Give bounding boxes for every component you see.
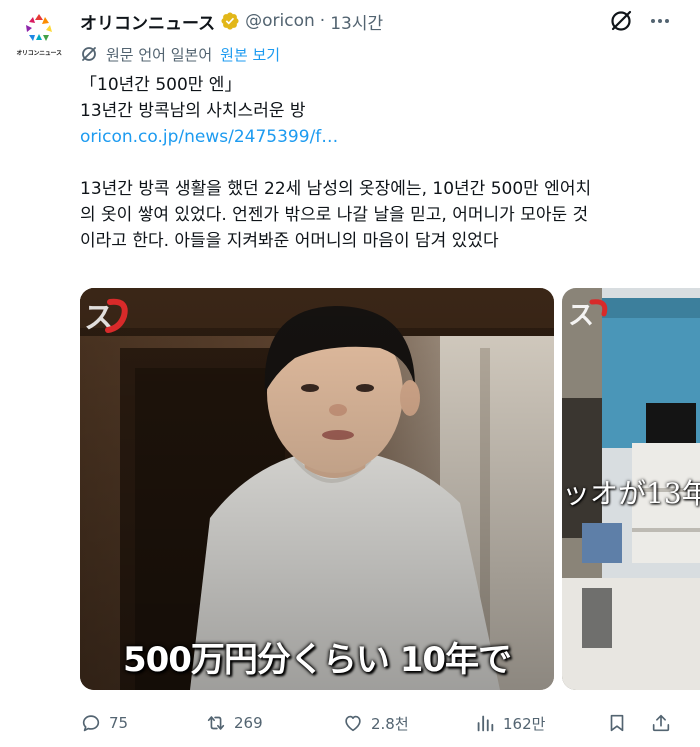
share-icon bbox=[652, 714, 670, 732]
tweet-text: 「10년간 500만 엔」 13년간 방콕남의 사치스러운 방 oricon.c… bbox=[80, 72, 690, 254]
display-name[interactable]: オリコンニュース bbox=[80, 9, 215, 34]
show-original-link[interactable]: 원본 보기 bbox=[220, 44, 280, 65]
watermark-text: ス bbox=[568, 301, 594, 331]
user-handle[interactable]: @oricon bbox=[245, 11, 315, 31]
video-caption: 500万円分くらい 10年で bbox=[122, 640, 512, 680]
tweet-headline: 「10년간 500만 엔」 bbox=[80, 75, 242, 95]
video-caption-2: ッオが13年 bbox=[562, 477, 700, 510]
reply-button[interactable]: 75 bbox=[80, 708, 128, 738]
like-count: 2.8천 bbox=[371, 714, 409, 733]
article-link[interactable]: oricon.co.jp/news/2475399/f… bbox=[80, 124, 690, 150]
grok-icon[interactable] bbox=[608, 8, 634, 34]
action-bar: 75 269 2.8천 162만 bbox=[80, 708, 690, 738]
reply-icon bbox=[82, 715, 100, 732]
tweet[interactable]: オリコンニュース オリコンニュース @oricon · 13시간 원문 언어 일… bbox=[0, 0, 700, 747]
oricon-logo-icon bbox=[26, 14, 52, 41]
views-count: 162만 bbox=[503, 714, 546, 733]
separator-dot: · bbox=[319, 11, 326, 31]
avatar[interactable]: オリコンニュース bbox=[14, 10, 64, 60]
views-button[interactable]: 162만 bbox=[474, 708, 545, 738]
like-button[interactable]: 2.8천 bbox=[342, 708, 409, 738]
more-options-icon[interactable] bbox=[648, 10, 672, 32]
translation-label: 원문 언어 일본어 bbox=[106, 45, 213, 64]
tweet-subheadline: 13년간 방콕남의 사치스러운 방 bbox=[80, 101, 306, 121]
bookmark-button[interactable] bbox=[606, 708, 635, 738]
translation-info: 원문 언어 일본어 원본 보기 bbox=[80, 42, 280, 66]
avatar-logo-text: オリコンニュース bbox=[16, 50, 62, 57]
repost-icon bbox=[207, 716, 225, 730]
repost-button[interactable]: 269 bbox=[205, 708, 263, 738]
verified-badge-icon[interactable] bbox=[220, 11, 240, 31]
body-line-3: 이라고 한다. 아들을 지켜봐준 어머니의 마음이 담겨 있었다 bbox=[80, 231, 499, 251]
body-line-2: 의 옷이 쌓여 있었다. 언젠가 밖으로 나갈 날을 믿고, 어머니가 모아둔 … bbox=[80, 205, 589, 225]
media-image-1[interactable]: ス 500万円分くらい 10年で bbox=[80, 288, 554, 690]
views-chart-icon bbox=[477, 715, 494, 732]
tweet-header: オリコンニュース @oricon · 13시간 bbox=[80, 8, 383, 34]
repost-count: 269 bbox=[234, 714, 263, 732]
video-still-man: ス bbox=[80, 288, 554, 690]
share-button[interactable] bbox=[650, 708, 679, 738]
bookmark-icon bbox=[610, 714, 624, 732]
heart-icon bbox=[345, 715, 361, 732]
media-image-2[interactable]: ス ッオが13年 bbox=[562, 288, 700, 690]
body-line-1: 13년간 방콕 생활을 했던 22세 남성의 옷장에는, 10년간 500만 엔… bbox=[80, 179, 592, 199]
translate-icon bbox=[82, 47, 96, 61]
timestamp[interactable]: 13시간 bbox=[330, 9, 383, 34]
reply-count: 75 bbox=[109, 714, 129, 732]
